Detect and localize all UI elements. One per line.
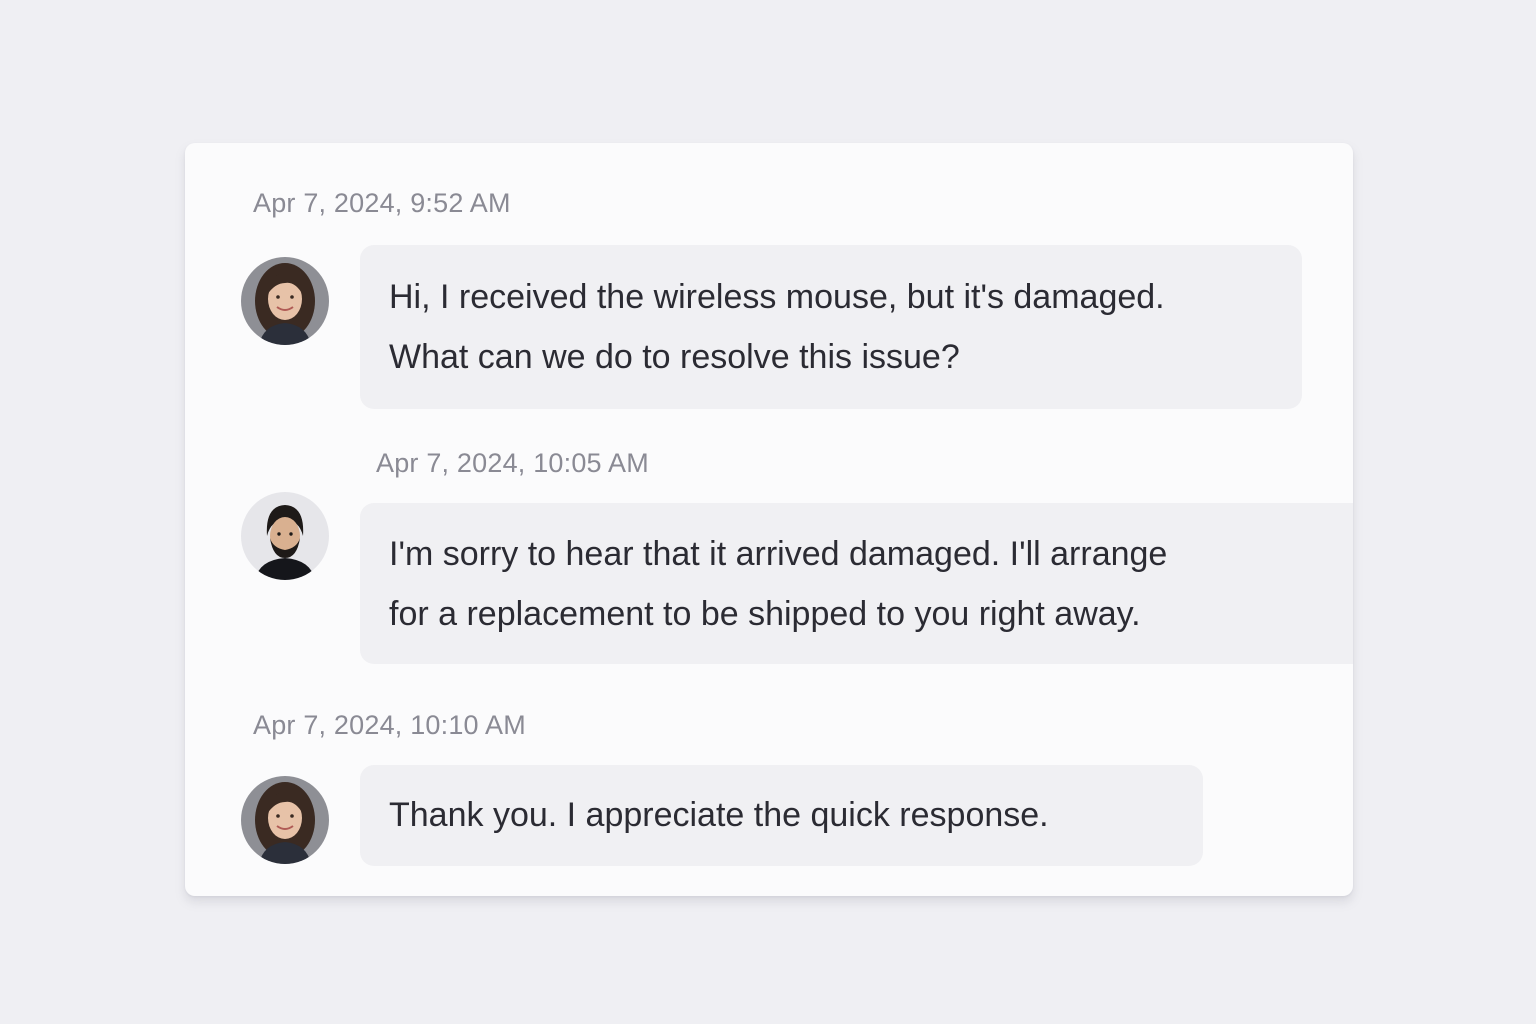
message-timestamp: Apr 7, 2024, 10:10 AM: [253, 710, 526, 740]
message-timestamp: Apr 7, 2024, 9:52 AM: [253, 188, 511, 218]
message-bubble: Hi, I received the wireless mouse, but i…: [360, 245, 1302, 409]
message-text: Thank you. I appreciate the quick respon…: [389, 796, 1049, 834]
message-text: for a replacement to be shipped to you r…: [389, 595, 1141, 633]
message-bubble: I'm sorry to hear that it arrived damage…: [360, 503, 1353, 664]
woman-avatar-icon[interactable]: [241, 776, 329, 864]
message-text: Hi, I received the wireless mouse, but i…: [389, 278, 1165, 316]
message-text: I'm sorry to hear that it arrived damage…: [389, 535, 1168, 573]
message-timestamp: Apr 7, 2024, 10:05 AM: [376, 448, 649, 478]
man-avatar-icon[interactable]: [241, 492, 329, 580]
message-bubble: Thank you. I appreciate the quick respon…: [360, 765, 1203, 866]
message-text: What can we do to resolve this issue?: [389, 338, 960, 376]
chat-transcript-card: Apr 7, 2024, 9:52 AM Hi, I received the …: [185, 143, 1353, 896]
woman-avatar-icon[interactable]: [241, 257, 329, 345]
